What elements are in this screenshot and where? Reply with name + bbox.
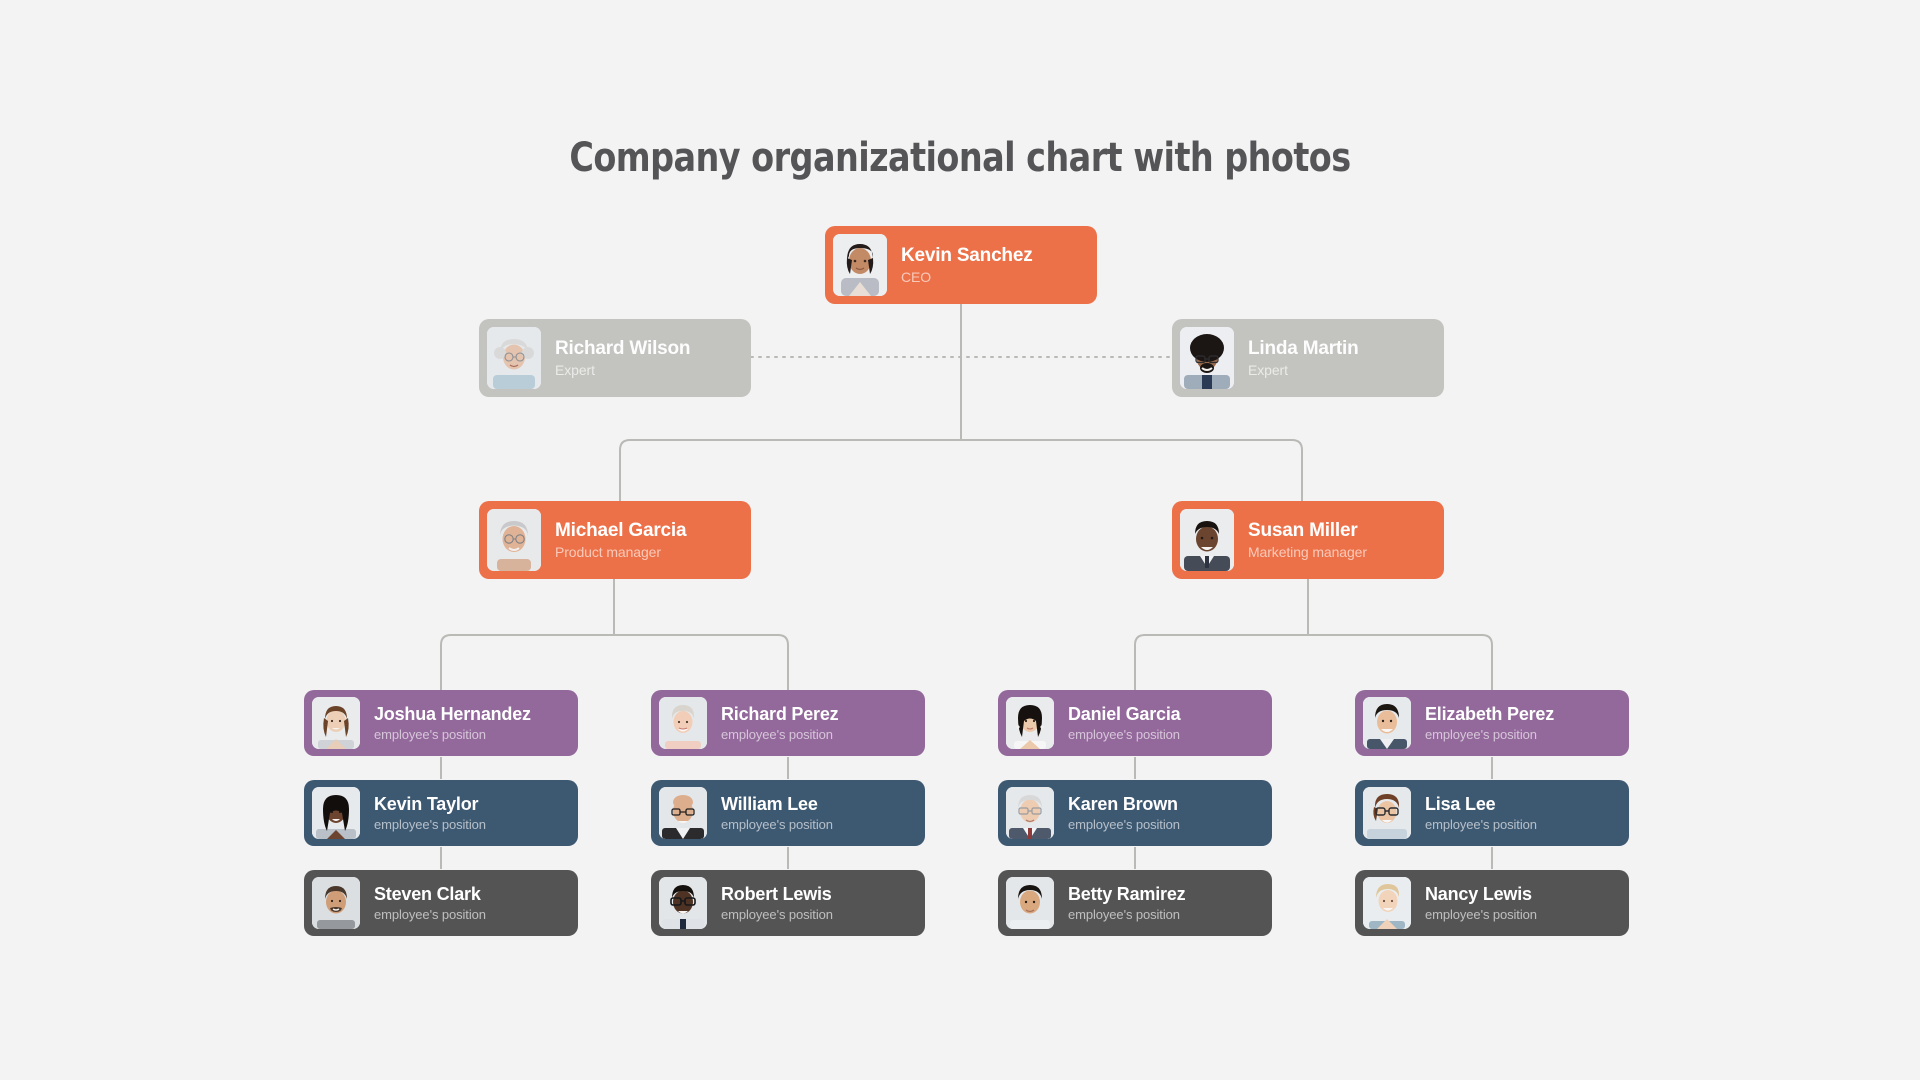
node-name: Linda Martin [1248, 338, 1359, 359]
node-name: Susan Miller [1248, 520, 1358, 541]
org-node-employee-1a[interactable]: Joshua Hernandez employee's position [304, 690, 578, 756]
node-text: Nancy Lewis employee's position [1425, 884, 1537, 922]
node-role: employee's position [1425, 727, 1537, 742]
node-name: Kevin Sanchez [901, 245, 1033, 266]
avatar-photo [1180, 509, 1234, 571]
node-text: Susan Miller Marketing manager [1248, 520, 1367, 560]
node-role: employee's position [721, 817, 833, 832]
node-name: Daniel Garcia [1068, 704, 1181, 724]
avatar-photo [487, 327, 541, 389]
avatar-photo [1006, 697, 1054, 749]
node-text: Elizabeth Perez employee's position [1425, 704, 1554, 742]
org-node-employee-3a[interactable]: Daniel Garcia employee's position [998, 690, 1272, 756]
node-name: Joshua Hernandez [374, 704, 531, 724]
avatar-photo [312, 697, 360, 749]
avatar-photo [833, 234, 887, 296]
node-name: Karen Brown [1068, 794, 1178, 814]
node-name: Elizabeth Perez [1425, 704, 1555, 724]
node-name: Richard Wilson [555, 338, 691, 359]
node-role: employee's position [1425, 907, 1537, 922]
avatar-photo [659, 697, 707, 749]
node-text: Michael Garcia Product manager [555, 520, 687, 560]
node-role: Expert [1248, 362, 1288, 378]
node-text: Richard Perez employee's position [721, 704, 839, 742]
avatar-photo [1363, 787, 1411, 839]
edge-mgr1-bracket [440, 634, 789, 690]
org-node-expert-left[interactable]: Richard Wilson Expert [479, 319, 751, 397]
org-node-employee-2c[interactable]: Robert Lewis employee's position [651, 870, 925, 936]
org-node-expert-right[interactable]: Linda Martin Expert [1172, 319, 1444, 397]
node-name: William Lee [721, 794, 818, 814]
node-text: Richard Wilson Expert [555, 338, 691, 378]
avatar-photo [1363, 697, 1411, 749]
node-text: Betty Ramirez employee's position [1068, 884, 1186, 922]
avatar-photo [487, 509, 541, 571]
node-name: Nancy Lewis [1425, 884, 1532, 904]
org-node-employee-3c[interactable]: Betty Ramirez employee's position [998, 870, 1272, 936]
org-node-manager-marketing[interactable]: Susan Miller Marketing manager [1172, 501, 1444, 579]
node-role: employee's position [1425, 817, 1537, 832]
avatar-photo [312, 877, 360, 929]
edge-manager-bracket [619, 439, 1303, 510]
node-text: Daniel Garcia employee's position [1068, 704, 1181, 742]
node-role: employee's position [374, 727, 486, 742]
node-text: Robert Lewis employee's position [721, 884, 833, 922]
node-name: Robert Lewis [721, 884, 832, 904]
org-node-employee-3b[interactable]: Karen Brown employee's position [998, 780, 1272, 846]
page-title: Company organizational chart with photos [569, 135, 1351, 181]
node-role: employee's position [374, 817, 486, 832]
node-name: Steven Clark [374, 884, 481, 904]
avatar-photo [312, 787, 360, 839]
node-role: employee's position [721, 907, 833, 922]
org-node-employee-4a[interactable]: Elizabeth Perez employee's position [1355, 690, 1629, 756]
node-name: Kevin Taylor [374, 794, 479, 814]
org-node-employee-2a[interactable]: Richard Perez employee's position [651, 690, 925, 756]
node-role: employee's position [1068, 727, 1180, 742]
edge-mgr2-bracket [1134, 634, 1493, 690]
node-name: Richard Perez [721, 704, 839, 724]
node-name: Michael Garcia [555, 520, 687, 541]
avatar-photo [1006, 877, 1054, 929]
org-node-employee-1b[interactable]: Kevin Taylor employee's position [304, 780, 578, 846]
org-node-employee-4b[interactable]: Lisa Lee employee's position [1355, 780, 1629, 846]
node-role: CEO [901, 269, 932, 285]
node-role: Expert [555, 362, 595, 378]
avatar-photo [1363, 877, 1411, 929]
node-text: Karen Brown employee's position [1068, 794, 1180, 832]
node-role: employee's position [721, 727, 833, 742]
node-name: Lisa Lee [1425, 794, 1496, 814]
node-text: Joshua Hernandez employee's position [374, 704, 531, 742]
node-text: Steven Clark employee's position [374, 884, 486, 922]
org-node-ceo[interactable]: Kevin Sanchez CEO [825, 226, 1097, 304]
avatar-photo [1006, 787, 1054, 839]
org-node-employee-4c[interactable]: Nancy Lewis employee's position [1355, 870, 1629, 936]
node-text: Kevin Taylor employee's position [374, 794, 486, 832]
org-node-employee-2b[interactable]: William Lee employee's position [651, 780, 925, 846]
node-role: Marketing manager [1248, 544, 1367, 560]
org-node-employee-1c[interactable]: Steven Clark employee's position [304, 870, 578, 936]
node-role: employee's position [1068, 907, 1180, 922]
node-role: employee's position [374, 907, 486, 922]
node-text: Kevin Sanchez CEO [901, 245, 1033, 285]
node-text: William Lee employee's position [721, 794, 833, 832]
node-role: employee's position [1068, 817, 1180, 832]
org-node-manager-product[interactable]: Michael Garcia Product manager [479, 501, 751, 579]
avatar-photo [659, 787, 707, 839]
node-role: Product manager [555, 544, 661, 560]
node-text: Linda Martin Expert [1248, 338, 1359, 378]
avatar-photo [659, 877, 707, 929]
node-name: Betty Ramirez [1068, 884, 1186, 904]
avatar-photo [1180, 327, 1234, 389]
node-text: Lisa Lee employee's position [1425, 794, 1537, 832]
